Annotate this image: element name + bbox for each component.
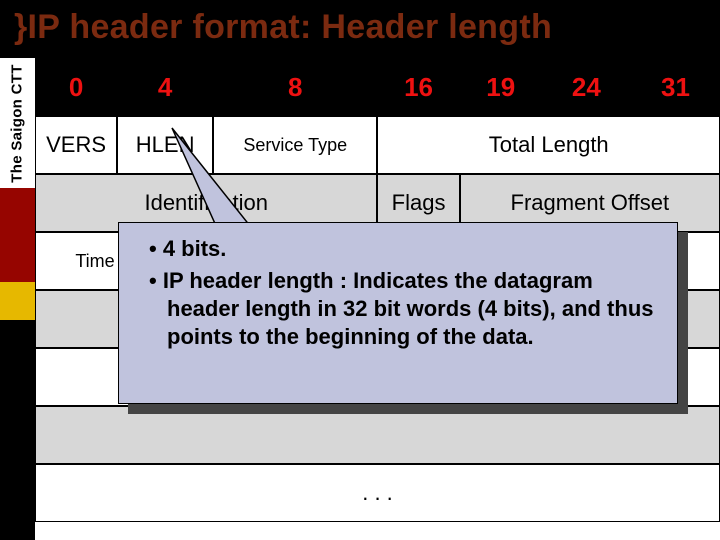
callout-list: 4 bits. IP header length : Indicates the… bbox=[143, 235, 661, 352]
sidebar-stripe-red bbox=[0, 188, 35, 282]
field-vers: VERS bbox=[35, 116, 117, 174]
bit-8: 8 bbox=[213, 58, 377, 116]
sidebar-org-label: The Saigon CTT bbox=[9, 64, 26, 182]
bit-scale-row: 0 4 8 16 19 24 31 bbox=[35, 58, 720, 116]
row-ellipsis: . . . bbox=[35, 464, 720, 522]
title-text: IP header format: Header length bbox=[28, 8, 552, 46]
title-bar: }IP header format: Header length bbox=[0, 0, 720, 58]
field-total-length: Total Length bbox=[377, 116, 720, 174]
row-1: VERS HLEN Service Type Total Length bbox=[35, 116, 720, 174]
bit-19: 19 bbox=[460, 58, 542, 116]
callout-bullet-1: 4 bits. bbox=[143, 235, 661, 263]
slide: }IP header format: Header length The Sai… bbox=[0, 0, 720, 540]
row-6 bbox=[35, 406, 720, 464]
field-blank-4 bbox=[35, 406, 720, 464]
bit-31: 31 bbox=[631, 58, 720, 116]
slide-title: }IP header format: Header length bbox=[14, 8, 552, 47]
sidebar-stripe-black bbox=[0, 320, 35, 540]
sidebar-org-block: The Saigon CTT bbox=[0, 58, 36, 188]
callout-box: 4 bits. IP header length : Indicates the… bbox=[118, 222, 678, 404]
title-bullet: } bbox=[14, 8, 28, 46]
bit-4: 4 bbox=[117, 58, 213, 116]
bit-24: 24 bbox=[542, 58, 631, 116]
bit-16: 16 bbox=[377, 58, 459, 116]
sidebar-stripe-yellow bbox=[0, 282, 35, 320]
ellipsis: . . . bbox=[35, 464, 720, 522]
bit-0: 0 bbox=[35, 58, 117, 116]
callout-bullet-2: IP header length : Indicates the datagra… bbox=[143, 267, 661, 351]
